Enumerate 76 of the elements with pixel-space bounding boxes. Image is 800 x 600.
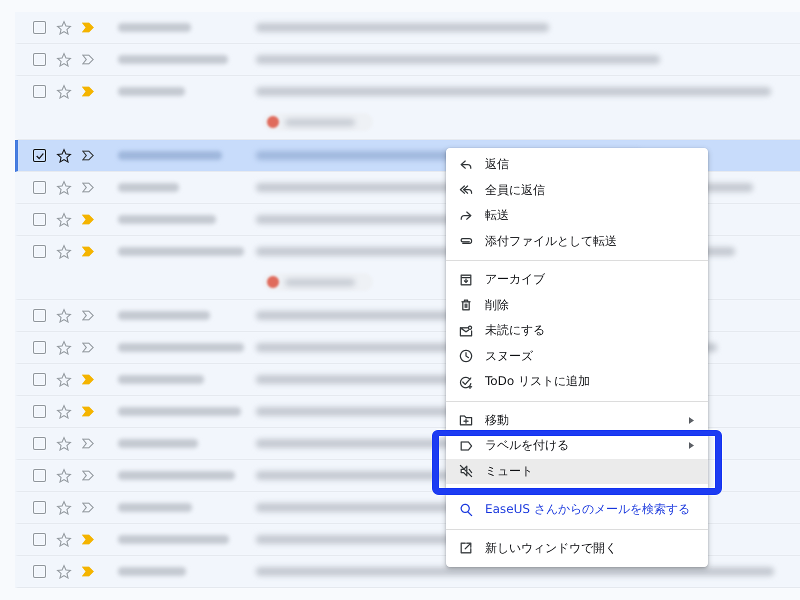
checkbox[interactable] bbox=[33, 85, 46, 98]
importance-marker-icon[interactable] bbox=[82, 534, 94, 545]
submenu-arrow-icon bbox=[689, 416, 694, 424]
star-icon[interactable] bbox=[56, 436, 72, 452]
menu-item[interactable]: ToDo リストに追加 bbox=[446, 372, 708, 391]
star-icon[interactable] bbox=[56, 212, 72, 228]
search-icon bbox=[458, 502, 474, 518]
importance-marker-icon[interactable] bbox=[82, 22, 94, 33]
star-icon[interactable] bbox=[56, 180, 72, 196]
checkbox[interactable] bbox=[33, 21, 46, 34]
checkbox[interactable] bbox=[33, 533, 46, 546]
star-icon[interactable] bbox=[56, 372, 72, 388]
menu-item[interactable]: 返信 bbox=[446, 156, 708, 174]
importance-marker-icon[interactable] bbox=[82, 502, 94, 513]
checkbox[interactable] bbox=[33, 501, 46, 514]
blurred-sender bbox=[118, 87, 185, 96]
submenu-arrow-icon bbox=[689, 442, 694, 450]
menu-item[interactable]: ミュート bbox=[446, 458, 708, 484]
blurred-sender bbox=[118, 183, 179, 192]
star-icon[interactable] bbox=[56, 84, 72, 100]
checkbox[interactable] bbox=[33, 181, 46, 194]
menu-item[interactable]: 添付ファイルとして転送 bbox=[446, 232, 708, 250]
importance-marker-icon[interactable] bbox=[82, 54, 94, 65]
checkbox[interactable] bbox=[33, 469, 46, 482]
star-icon[interactable] bbox=[56, 148, 72, 164]
importance-marker-icon[interactable] bbox=[82, 246, 94, 257]
importance-marker-icon[interactable] bbox=[82, 342, 94, 353]
blurred-sender bbox=[118, 567, 186, 576]
attachment-chip[interactable] bbox=[263, 273, 373, 291]
importance-marker-icon[interactable] bbox=[82, 566, 94, 577]
star-icon[interactable] bbox=[56, 532, 72, 548]
clock-icon bbox=[458, 348, 474, 364]
muted-speaker-icon bbox=[458, 463, 474, 480]
importance-marker-icon[interactable] bbox=[82, 374, 94, 385]
menu-item[interactable]: ラベルを付ける bbox=[446, 436, 708, 455]
archive-icon bbox=[458, 272, 474, 288]
checkbox[interactable] bbox=[33, 341, 46, 354]
star-icon[interactable] bbox=[56, 404, 72, 420]
star-icon[interactable] bbox=[56, 500, 72, 516]
menu-item[interactable]: スヌーズ bbox=[446, 347, 708, 366]
star-icon[interactable] bbox=[56, 564, 72, 580]
checkbox[interactable] bbox=[33, 213, 46, 226]
star-icon[interactable] bbox=[56, 52, 72, 68]
importance-marker-icon[interactable] bbox=[82, 214, 94, 225]
checkbox[interactable] bbox=[33, 373, 46, 386]
star-icon[interactable] bbox=[56, 244, 72, 260]
attachment-chip[interactable] bbox=[263, 113, 373, 131]
importance-marker-icon[interactable] bbox=[82, 470, 94, 481]
checkbox[interactable] bbox=[33, 53, 46, 66]
checkbox[interactable] bbox=[33, 405, 46, 418]
envelope-icon bbox=[458, 322, 474, 339]
menu-item[interactable]: EaseUS さんからのメールを検索する bbox=[446, 500, 708, 519]
checkbox[interactable] bbox=[33, 437, 46, 450]
menu-item[interactable]: 全員に返信 bbox=[446, 181, 708, 200]
star-icon[interactable] bbox=[56, 468, 72, 484]
star-icon[interactable] bbox=[56, 308, 72, 324]
menu-item[interactable]: 削除 bbox=[446, 296, 708, 314]
menu-item[interactable]: アーカイブ bbox=[446, 270, 708, 289]
importance-marker-icon[interactable] bbox=[82, 310, 94, 321]
checkbox[interactable] bbox=[33, 565, 46, 578]
checkbox[interactable] bbox=[33, 245, 46, 258]
importance-marker-icon[interactable] bbox=[82, 182, 94, 193]
menu-item[interactable]: 新しいウィンドウで開く bbox=[446, 539, 708, 558]
task-add-icon bbox=[458, 374, 474, 390]
menu-item[interactable]: 未読にする bbox=[446, 322, 708, 340]
checkbox[interactable] bbox=[33, 149, 46, 162]
importance-marker-icon[interactable] bbox=[82, 406, 94, 417]
importance-marker-icon[interactable] bbox=[82, 150, 94, 161]
importance-marker-icon[interactable] bbox=[82, 438, 94, 449]
menu-item[interactable]: 移動 bbox=[446, 411, 708, 430]
checkbox[interactable] bbox=[33, 309, 46, 322]
external-link-icon bbox=[458, 540, 474, 556]
star-icon[interactable] bbox=[56, 340, 72, 356]
star-icon[interactable] bbox=[56, 20, 72, 36]
menu-item[interactable]: 転送 bbox=[446, 206, 708, 225]
importance-marker-icon[interactable] bbox=[82, 86, 94, 97]
